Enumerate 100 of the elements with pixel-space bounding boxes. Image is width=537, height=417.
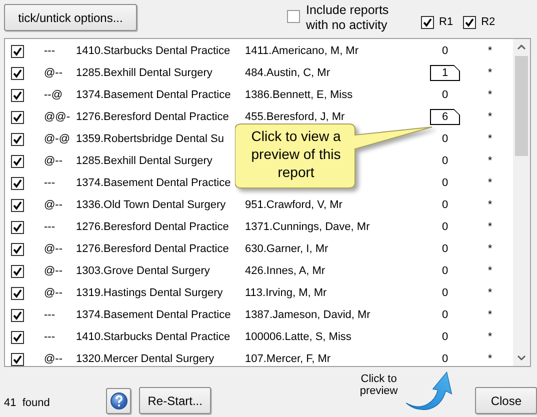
checkbox[interactable] bbox=[11, 132, 24, 146]
practice-name: 1374.Basement Dental Practice bbox=[76, 176, 232, 191]
close-button[interactable]: Close bbox=[475, 387, 537, 414]
checkbox[interactable] bbox=[11, 154, 24, 168]
practice-name: 1276.Beresford Dental Practice bbox=[76, 220, 230, 235]
checkbox[interactable] bbox=[463, 16, 476, 29]
practice-name: 1276.Beresford Dental Practice bbox=[76, 242, 230, 257]
practice-name: 1410.Starbucks Dental Practice bbox=[76, 44, 232, 59]
status-code: @-- bbox=[43, 242, 64, 257]
checkbox[interactable] bbox=[11, 330, 24, 344]
r2-marker: * bbox=[488, 176, 492, 189]
status-code: @@- bbox=[43, 110, 71, 125]
person-name: 630.Garner, I, Mr bbox=[245, 242, 328, 255]
checkbox[interactable] bbox=[11, 176, 24, 190]
checkbox[interactable] bbox=[11, 220, 24, 234]
r2-marker: * bbox=[488, 352, 492, 365]
practice-name: 1285.Bexhill Dental Surgery bbox=[76, 66, 214, 81]
checkbox[interactable] bbox=[11, 88, 24, 102]
r2-marker: * bbox=[488, 264, 492, 277]
checkbox[interactable] bbox=[11, 286, 24, 300]
tooltip-text: Click to view a preview of this report bbox=[250, 127, 342, 181]
practice-name: 1410.Starbucks Dental Practice bbox=[76, 330, 232, 345]
count-text: 0 bbox=[442, 132, 448, 147]
r2-marker: * bbox=[488, 286, 492, 299]
status-code: @-- bbox=[43, 286, 64, 301]
count-text: 0 bbox=[442, 198, 448, 213]
scrollbar-thumb[interactable] bbox=[515, 56, 528, 156]
checkbox[interactable] bbox=[11, 264, 24, 278]
status-code: @-- bbox=[43, 154, 64, 169]
help-button[interactable] bbox=[106, 388, 132, 414]
checkbox[interactable] bbox=[11, 308, 24, 322]
restart-button[interactable]: Re-Start... bbox=[139, 387, 211, 414]
checkbox-label: R2 bbox=[481, 15, 496, 30]
checkbox-label: R1 bbox=[439, 15, 454, 30]
person-name: 1371.Cunnings, Dave, Mr bbox=[245, 220, 370, 233]
result-count: 41 found bbox=[4, 396, 51, 410]
count-text: 0 bbox=[442, 154, 448, 169]
status-code: --- bbox=[43, 308, 56, 323]
status-code: --- bbox=[43, 44, 56, 59]
scrollbar[interactable] bbox=[513, 39, 530, 366]
status-code: --- bbox=[43, 176, 56, 191]
person-name: 107.Mercer, F, Mr bbox=[245, 352, 331, 365]
practice-name: 1319.Hastings Dental Surgery bbox=[76, 286, 224, 301]
person-name: 113.Irving, M, Mr bbox=[245, 286, 327, 299]
count-text: 0 bbox=[442, 220, 448, 235]
r2-marker: * bbox=[488, 88, 492, 101]
practice-name: 1303.Grove Dental Surgery bbox=[76, 264, 211, 279]
status-code: --- bbox=[43, 220, 56, 235]
r2-marker: * bbox=[488, 308, 492, 321]
person-name: 455.Beresford, J, Mr bbox=[245, 110, 345, 123]
count-text: 0 bbox=[442, 264, 448, 279]
checkbox[interactable] bbox=[11, 242, 24, 256]
count-text: 0 bbox=[442, 308, 448, 323]
r2-marker: * bbox=[488, 44, 492, 57]
r2-marker: * bbox=[488, 66, 492, 79]
practice-name: 1336.Old Town Dental Surgery bbox=[76, 198, 227, 213]
count-text: 0 bbox=[442, 242, 448, 257]
hint-text: Click to preview bbox=[358, 373, 399, 397]
r2-marker: * bbox=[488, 154, 492, 167]
person-name: 100006.Latte, S, Miss bbox=[245, 330, 352, 343]
practice-name: 1374.Basement Dental Practice bbox=[76, 88, 232, 103]
r2-marker: * bbox=[488, 132, 492, 145]
person-name: 426.Innes, A, Mr bbox=[245, 264, 326, 277]
count-text: 0 bbox=[442, 44, 448, 59]
r2-marker: * bbox=[488, 220, 492, 233]
count-text: 0 bbox=[442, 176, 448, 191]
practice-name: 1359.Robertsbridge Dental Su bbox=[76, 132, 225, 147]
person-name: 1386.Bennett, E, Miss bbox=[245, 88, 353, 101]
person-name: 951.Crawford, V, Mr bbox=[245, 198, 342, 211]
checkbox[interactable] bbox=[11, 198, 24, 212]
practice-name: 1320.Mercer Dental Surgery bbox=[76, 352, 216, 366]
checkbox[interactable] bbox=[11, 110, 24, 124]
preview-count[interactable]: 1 bbox=[430, 65, 460, 81]
person-name: 1387.Jameson, David, Mr bbox=[245, 308, 370, 321]
status-code: @-- bbox=[43, 352, 64, 366]
preview-count[interactable]: 6 bbox=[430, 109, 460, 125]
options-button[interactable]: tick/untick options... bbox=[4, 4, 137, 31]
practice-name: 1285.Bexhill Dental Surgery bbox=[76, 154, 214, 169]
person-name: 1411.Americano, M, Mr bbox=[245, 44, 359, 57]
status-code: @-- bbox=[43, 66, 64, 81]
status-code: @-@ bbox=[43, 132, 71, 147]
r2-marker: * bbox=[488, 330, 492, 343]
status-code: --@ bbox=[43, 88, 64, 103]
checkbox[interactable] bbox=[421, 16, 434, 29]
status-code: @-- bbox=[43, 198, 64, 213]
checkbox[interactable] bbox=[287, 10, 300, 23]
count-text: 0 bbox=[442, 352, 448, 366]
count-text: 0 bbox=[442, 88, 448, 103]
r2-marker: * bbox=[488, 242, 492, 255]
practice-name: 1374.Basement Dental Practice bbox=[76, 308, 232, 323]
checkbox[interactable] bbox=[11, 44, 24, 58]
help-icon bbox=[110, 392, 128, 410]
r2-marker: * bbox=[488, 110, 492, 123]
checkbox[interactable] bbox=[11, 352, 24, 366]
count-text: 0 bbox=[442, 286, 448, 301]
count-text: 0 bbox=[442, 330, 448, 345]
status-code: --- bbox=[43, 330, 56, 345]
person-name: 484.Austin, C, Mr bbox=[245, 66, 330, 79]
practice-name: 1276.Beresford Dental Practice bbox=[76, 110, 230, 125]
checkbox[interactable] bbox=[11, 66, 24, 80]
